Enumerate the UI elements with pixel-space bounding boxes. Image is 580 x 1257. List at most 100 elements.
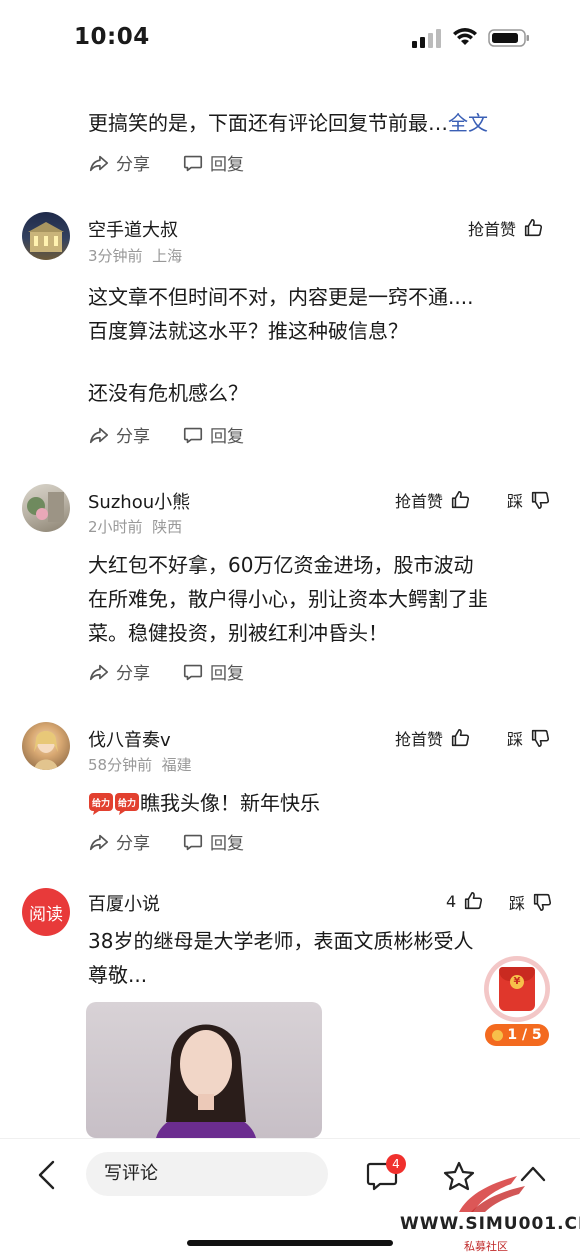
avatar[interactable] (22, 484, 70, 532)
top-comment-snippet: 更搞笑的是，下面还有评论回复节前最… (88, 111, 448, 135)
thumbs-up-icon (451, 490, 470, 509)
comment-time: 2小时前 (88, 518, 143, 536)
comment-author[interactable]: Suzhou小熊 (88, 488, 190, 514)
avatar[interactable]: 阅读 (22, 888, 70, 936)
like-button[interactable]: 抢首赞 (395, 488, 471, 512)
reply-label: 回复 (210, 834, 244, 854)
comment-body: 给力 给力 瞧我头像！新年快乐 (88, 786, 320, 820)
watermark-logo-icon (459, 1176, 525, 1212)
reply-label: 回复 (210, 155, 244, 175)
share-button[interactable]: 分享 (88, 659, 150, 684)
status-time: 10:04 (74, 24, 150, 50)
share-label: 分享 (116, 834, 150, 854)
reply-bubble-icon (183, 664, 203, 680)
share-icon (89, 664, 109, 680)
svg-text:给力: 给力 (92, 797, 110, 809)
write-comment-input[interactable]: 写评论 (86, 1152, 328, 1196)
share-icon (89, 155, 109, 171)
thumbs-down-icon (531, 729, 550, 748)
thumbs-down-icon (533, 893, 552, 912)
reply-button[interactable]: 回复 (182, 422, 244, 447)
ad-thumbnail[interactable] (86, 1002, 322, 1138)
comment-author[interactable]: 伐八音奏v (88, 726, 171, 752)
comment-line: 还没有危机感么？ (88, 381, 248, 405)
share-button[interactable]: 分享 (88, 422, 150, 447)
reply-button[interactable]: 回复 (182, 829, 244, 854)
comment-author[interactable]: 百厦小说 (88, 890, 160, 916)
comment-body: 大红包不好拿，60万亿资金进场，股市波动 在所难免，散户得小心，别让资本大鳄割了… (88, 548, 488, 650)
thumbs-down-icon (531, 491, 550, 510)
share-label: 分享 (116, 155, 150, 175)
reply-button[interactable]: 回复 (182, 150, 244, 175)
back-arrow-icon[interactable] (34, 1158, 60, 1192)
portrait-avatar-image (34, 731, 58, 770)
top-comment-text: 更搞笑的是，下面还有评论回复节前最…全文 (88, 106, 488, 140)
comment-line: 大红包不好拿，60万亿资金进场，股市波动 (88, 553, 474, 577)
comment-count-badge: 4 (386, 1154, 406, 1174)
like-button[interactable]: 抢首赞 (468, 216, 544, 240)
gold-coin-icon (492, 1029, 504, 1041)
reply-button[interactable]: 回复 (182, 659, 244, 684)
comment-meta: 3分钟前 上海 (88, 245, 182, 266)
like-label: 抢首赞 (395, 730, 444, 749)
watermark-subtitle: 私募社区 (464, 1240, 508, 1253)
reply-bubble-icon (183, 155, 203, 171)
comment-author[interactable]: 空手道大叔 (88, 216, 178, 242)
dislike-button[interactable]: 踩 (507, 726, 551, 750)
comment-location: 上海 (152, 247, 183, 265)
cellular-signal-icon (412, 29, 441, 48)
dislike-button[interactable]: 踩 (507, 488, 551, 512)
reply-bubble-icon (183, 427, 203, 443)
reply-label: 回复 (210, 664, 244, 684)
building-avatar-image (28, 222, 64, 252)
red-packet-progress: 1 / 5 (485, 1024, 549, 1046)
comment-time: 3分钟前 (88, 247, 143, 265)
share-label: 分享 (116, 664, 150, 684)
comment-line: 菜。稳健投资，别被红利冲昏头！ (88, 621, 388, 645)
share-label: 分享 (116, 427, 150, 447)
like-button[interactable]: 4 (446, 890, 484, 912)
comment-location: 陕西 (152, 518, 183, 536)
red-packet-button[interactable]: ¥ (484, 956, 550, 1022)
comment-text: 瞧我头像！新年快乐 (140, 791, 320, 815)
like-label: 抢首赞 (468, 220, 517, 239)
progress-text: 1 / 5 (507, 1027, 542, 1043)
like-button[interactable]: 抢首赞 (395, 726, 471, 750)
like-label: 抢首赞 (395, 492, 444, 511)
comment-location: 福建 (161, 756, 192, 774)
red-envelope-icon: ¥ (499, 967, 535, 1011)
wifi-icon (453, 28, 477, 45)
avatar[interactable] (22, 722, 70, 770)
thumbs-up-icon (451, 728, 470, 747)
comment-line: 尊敬... (88, 963, 148, 987)
watermark-text: WWW.SIMU001.CN (400, 1214, 580, 1234)
reply-bubble-icon (183, 834, 203, 850)
comment-line: 这文章不但时间不对，内容更是一窍不通.... (88, 285, 474, 309)
comment-meta: 2小时前 陕西 (88, 516, 182, 537)
battery-icon (488, 29, 529, 47)
comment-line (88, 348, 473, 376)
comment-line: 百度算法就这水平？推这种破信息？ (88, 319, 408, 343)
comment-time: 58分钟前 (88, 756, 153, 774)
full-text-link[interactable]: 全文 (448, 111, 488, 135)
reply-label: 回复 (210, 427, 244, 447)
dislike-label: 踩 (507, 492, 524, 511)
share-button[interactable]: 分享 (88, 829, 150, 854)
share-icon (89, 427, 109, 443)
dislike-label: 踩 (509, 894, 526, 913)
comment-body: 这文章不但时间不对，内容更是一窍不通.... 百度算法就这水平？推这种破信息？ … (88, 280, 473, 410)
svg-text:给力: 给力 (118, 797, 136, 809)
comment-meta: 58分钟前 福建 (88, 754, 192, 775)
geili-sticker-icon: 给力 给力 (89, 793, 139, 815)
home-indicator (187, 1240, 393, 1246)
comment-line: 38岁的继母是大学老师，表面文质彬彬受人 (88, 929, 474, 953)
thumbs-up-icon (465, 891, 483, 910)
share-icon (89, 834, 109, 850)
comment-body: 38岁的继母是大学老师，表面文质彬彬受人 尊敬... (88, 924, 473, 992)
coin-icon: ¥ (510, 975, 524, 989)
dislike-label: 踩 (507, 730, 524, 749)
thumbs-up-icon (524, 218, 543, 237)
avatar[interactable] (22, 212, 70, 260)
share-button[interactable]: 分享 (88, 150, 150, 175)
dislike-button[interactable]: 踩 (509, 890, 553, 914)
